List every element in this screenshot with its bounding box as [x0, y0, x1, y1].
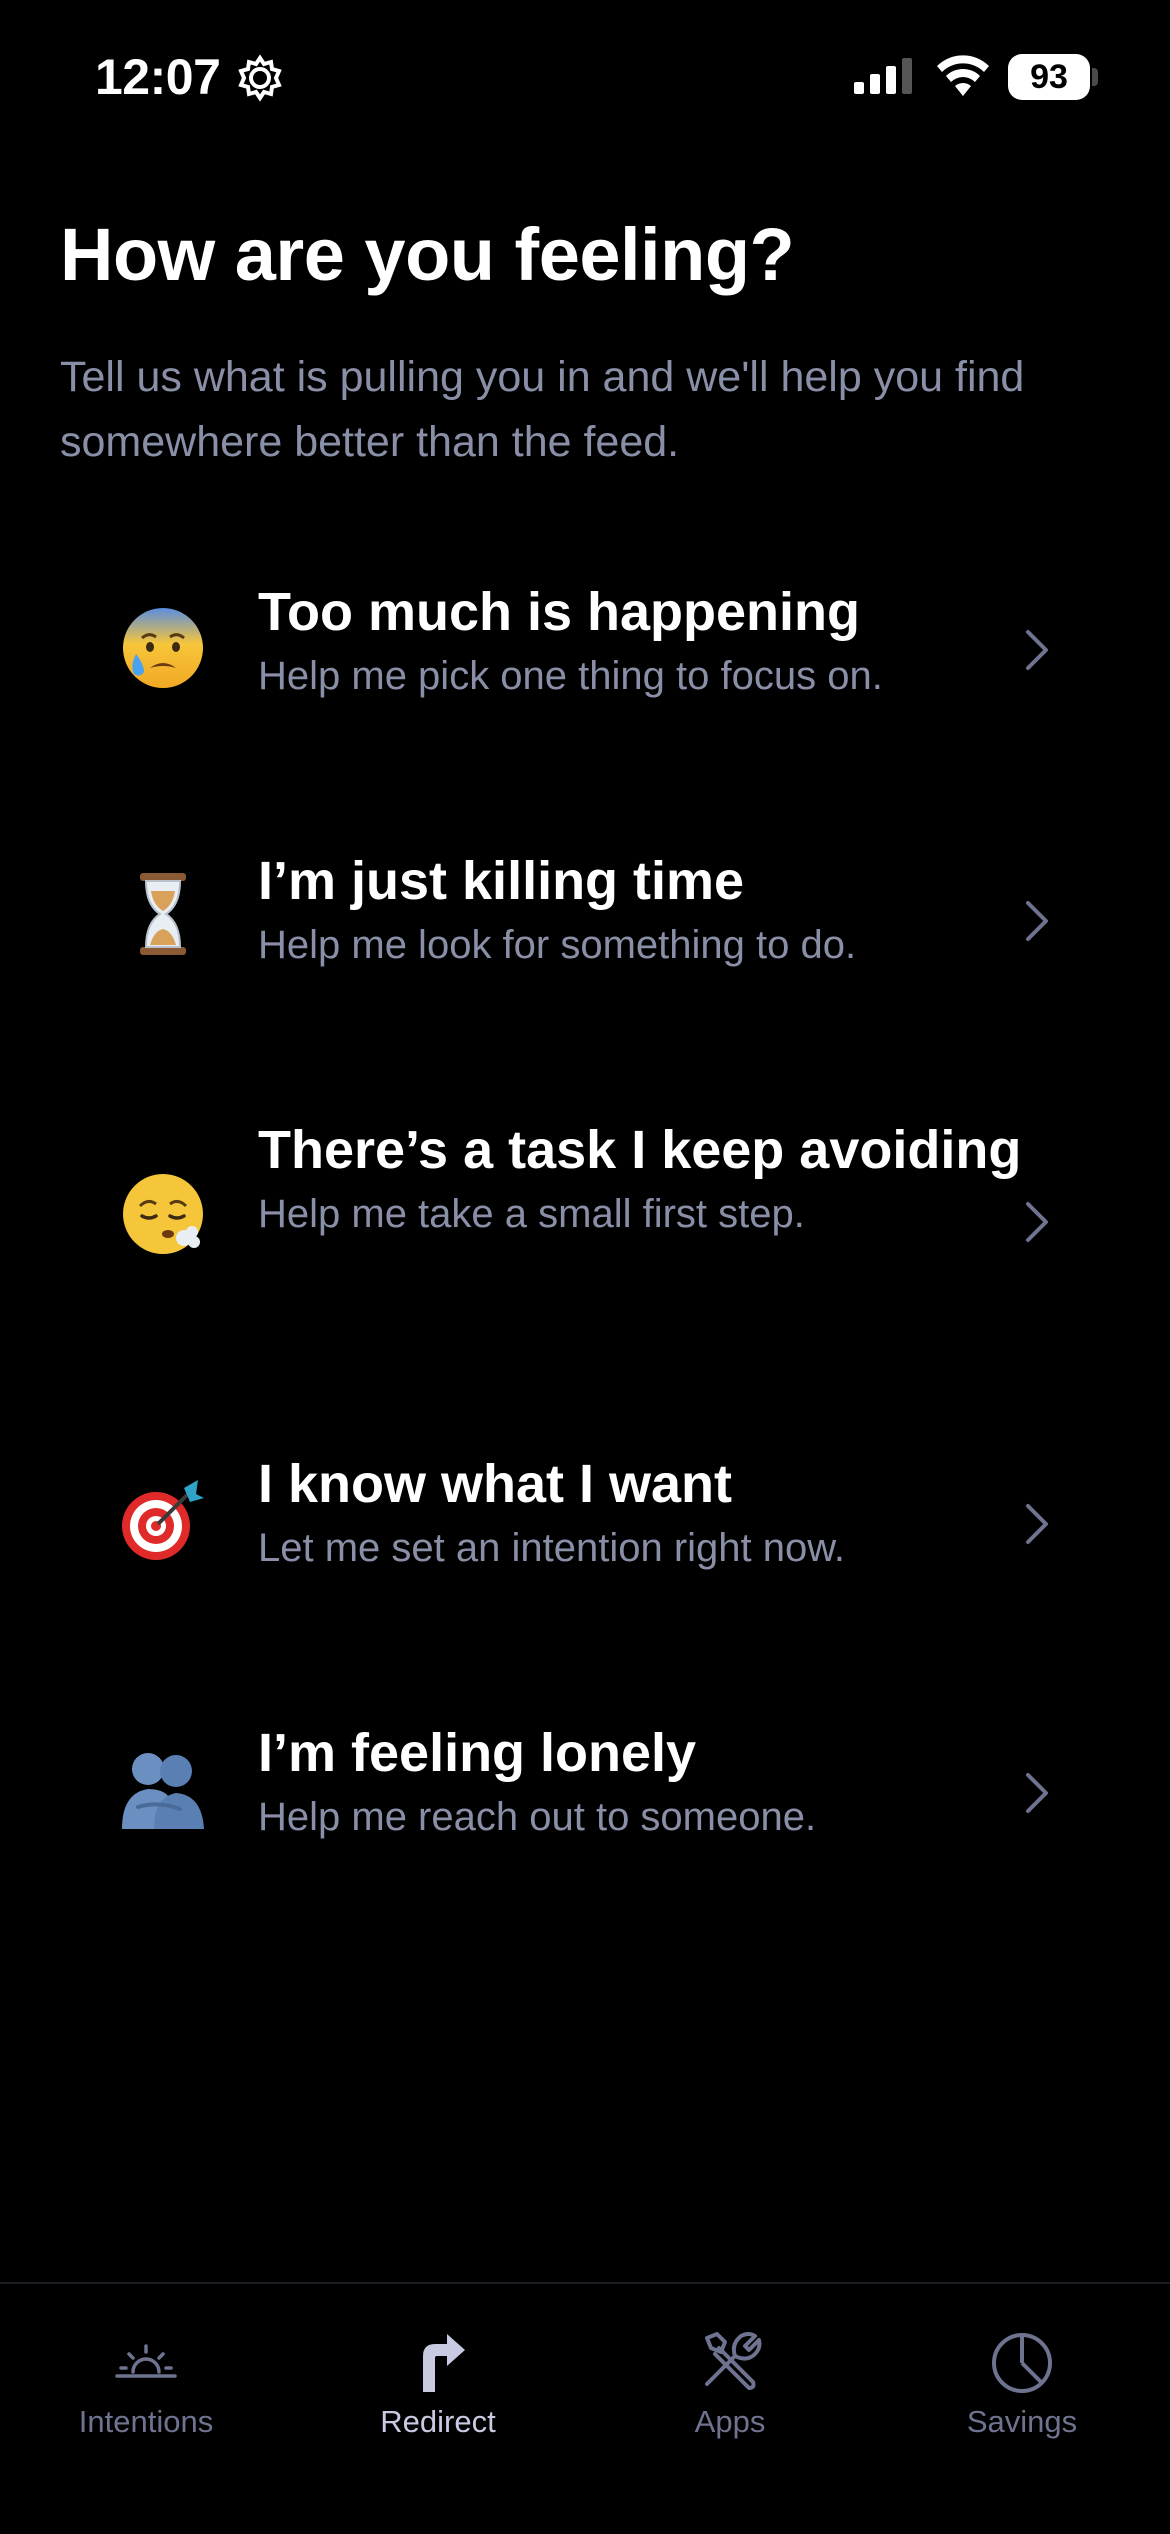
- sunrise-icon: [115, 2344, 177, 2378]
- target-dart-icon: [122, 1480, 204, 1560]
- option-description: Help me pick one thing to focus on.: [258, 654, 883, 698]
- battery-indicator: 93: [1008, 54, 1090, 100]
- status-bar: 12:07 93: [0, 0, 1170, 150]
- tab-label: Savings: [966, 2404, 1078, 2439]
- tab-redirect[interactable]: Redirect: [292, 2304, 584, 2464]
- option-text: Too much is happening Help me pick one t…: [258, 580, 1038, 704]
- option-title: There’s a task I keep avoiding: [258, 1120, 1022, 1180]
- chevron-right-icon: [1026, 1504, 1048, 1544]
- option-too-much-happening[interactable]: Too much is happening Help me pick one t…: [100, 580, 1090, 730]
- hourglass-icon: [140, 873, 186, 955]
- option-text: I’m just killing time Help me look for s…: [258, 849, 1038, 973]
- status-time: 12:07: [95, 49, 221, 105]
- option-killing-time[interactable]: I’m just killing time Help me look for s…: [100, 849, 1090, 999]
- chevron-right-icon: [1026, 630, 1048, 670]
- option-title: I’m just killing time: [258, 851, 745, 911]
- tools-icon: [705, 2332, 762, 2390]
- tab-label: Redirect: [380, 2404, 496, 2439]
- tab-label: Intentions: [78, 2404, 214, 2439]
- tab-intentions[interactable]: Intentions: [0, 2304, 292, 2464]
- option-text: I’m feeling lonely Help me reach out to …: [258, 1721, 1038, 1845]
- gear-icon: [238, 54, 282, 102]
- chevron-right-icon: [1026, 1773, 1048, 1813]
- page-title: How are you feeling?: [60, 213, 795, 296]
- wifi-icon: [937, 55, 989, 96]
- option-feeling-lonely[interactable]: I’m feeling lonely Help me reach out to …: [100, 1721, 1090, 1871]
- option-title: I’m feeling lonely: [258, 1723, 697, 1783]
- option-description: Let me set an intention right now.: [258, 1526, 846, 1570]
- cellular-signal-icon: [854, 58, 912, 94]
- tab-apps[interactable]: Apps: [584, 2304, 876, 2464]
- tab-label: Apps: [694, 2404, 766, 2439]
- tab-savings[interactable]: Savings: [876, 2304, 1168, 2464]
- option-description: Help me reach out to someone.: [258, 1795, 817, 1839]
- option-text: There’s a task I keep avoiding Help me t…: [258, 1118, 1038, 1242]
- option-know-what-i-want[interactable]: I know what I want Let me set an intenti…: [100, 1452, 1090, 1602]
- redirect-arrow-icon: [423, 2334, 465, 2392]
- option-title: Too much is happening: [258, 582, 860, 642]
- option-description: Help me look for something to do.: [258, 923, 857, 967]
- chevron-right-icon: [1026, 901, 1048, 941]
- option-description: Help me take a small first step.: [258, 1192, 805, 1236]
- option-text: I know what I want Let me set an intenti…: [258, 1452, 1038, 1576]
- exhale-face-icon: [123, 1174, 203, 1254]
- page-subtitle: Tell us what is pulling you in and we'll…: [60, 353, 1025, 466]
- chevron-right-icon: [1026, 1202, 1048, 1242]
- option-task-avoiding[interactable]: There’s a task I keep avoiding Help me t…: [100, 1118, 1090, 1338]
- hugging-people-icon: [122, 1753, 204, 1829]
- battery-level: 93: [1030, 57, 1068, 96]
- tab-bar: Intentions Redirect Apps Savings: [0, 2282, 1170, 2534]
- battery-cap: [1092, 68, 1098, 86]
- anxious-sweat-face-icon: [123, 608, 203, 688]
- pie-chart-icon: [992, 2333, 1052, 2393]
- option-title: I know what I want: [258, 1454, 733, 1514]
